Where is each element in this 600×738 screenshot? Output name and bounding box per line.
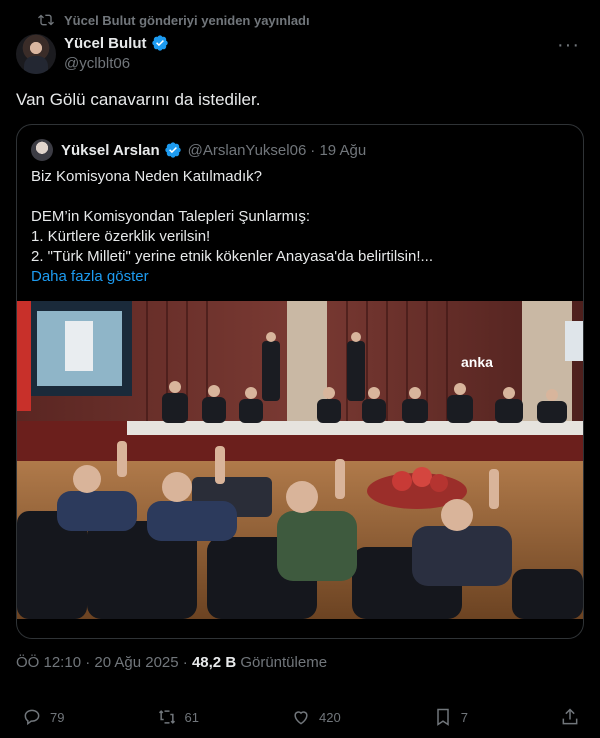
views-label: Görüntüleme xyxy=(236,654,328,671)
repost-count: 61 xyxy=(184,709,199,725)
quoted-post-date[interactable]: · 19 Ağu xyxy=(310,142,366,159)
share-button[interactable] xyxy=(560,707,580,727)
meeting-photo: anka xyxy=(17,301,583,619)
like-count: 420 xyxy=(319,709,341,725)
post-author[interactable]: Yücel Bulut @yclblt06 xyxy=(64,34,169,72)
verified-badge-icon xyxy=(151,35,168,51)
reply-count: 79 xyxy=(50,709,65,725)
quoted-line: 2. "Türk Milleti" yerine etnik kökenler … xyxy=(31,248,434,265)
quoted-author-handle[interactable]: @ArslanYuksel06 xyxy=(188,142,307,159)
more-options-button[interactable]: ··· xyxy=(557,34,580,57)
more-icon: ··· xyxy=(557,34,580,56)
post-text: Van Gölü canavarını da istediler. xyxy=(16,90,261,109)
quoted-line: DEM’in Komisyondan Talepleri Şunlarmış: xyxy=(31,208,311,225)
reply-icon xyxy=(24,709,40,726)
view-count: 48,2 B xyxy=(191,654,237,671)
broadcaster-watermark: anka xyxy=(461,354,493,370)
repost-button[interactable]: 61 xyxy=(157,707,199,727)
quoted-post-text: Biz Komisyona Neden Katılmadık? DEM’in K… xyxy=(31,167,561,287)
quoted-post[interactable]: Yüksel Arslan @ArslanYuksel06 · 19 Ağu B… xyxy=(16,124,584,639)
show-more-link[interactable]: Daha fazla göster xyxy=(31,267,561,287)
bookmark-count: 7 xyxy=(460,709,468,725)
quoted-author-name[interactable]: Yüksel Arslan xyxy=(61,142,160,159)
repost-indicator[interactable]: Yücel Bulut gönderiyi yeniden yayınladı xyxy=(38,10,310,30)
quoted-post-header: Yüksel Arslan @ArslanYuksel06 · 19 Ağu xyxy=(31,139,366,161)
reply-button[interactable]: 79 xyxy=(22,707,64,727)
verified-badge-icon xyxy=(164,142,181,158)
repost-icon xyxy=(158,710,175,724)
quoted-line xyxy=(31,187,561,207)
heart-icon xyxy=(294,711,308,725)
repost-text: Yücel Bulut gönderiyi yeniden yayınladı xyxy=(64,12,310,28)
share-icon xyxy=(562,708,578,725)
quoted-post-photo[interactable]: anka xyxy=(17,301,583,619)
author-handle[interactable]: @yclblt06 xyxy=(64,55,169,72)
quoted-line: 1. Kürtlere özerklik verilsin! xyxy=(31,228,211,245)
author-avatar[interactable] xyxy=(16,34,56,74)
quoted-author-avatar[interactable] xyxy=(31,139,53,161)
post-timestamp[interactable]: ÖÖ 12:10 · 20 Ağu 2025 · xyxy=(16,654,192,671)
like-button[interactable]: 420 xyxy=(291,707,341,727)
author-name[interactable]: Yücel Bulut xyxy=(64,35,147,52)
action-bar: 79 61 420 7 xyxy=(22,707,580,727)
bookmark-icon xyxy=(436,708,449,726)
quoted-line: Biz Komisyona Neden Katılmadık? xyxy=(31,168,262,185)
post-metadata: ÖÖ 12:10 · 20 Ağu 2025 · 48,2 B Görüntül… xyxy=(16,654,327,671)
repost-icon xyxy=(38,14,54,26)
bookmark-button[interactable]: 7 xyxy=(433,707,468,727)
